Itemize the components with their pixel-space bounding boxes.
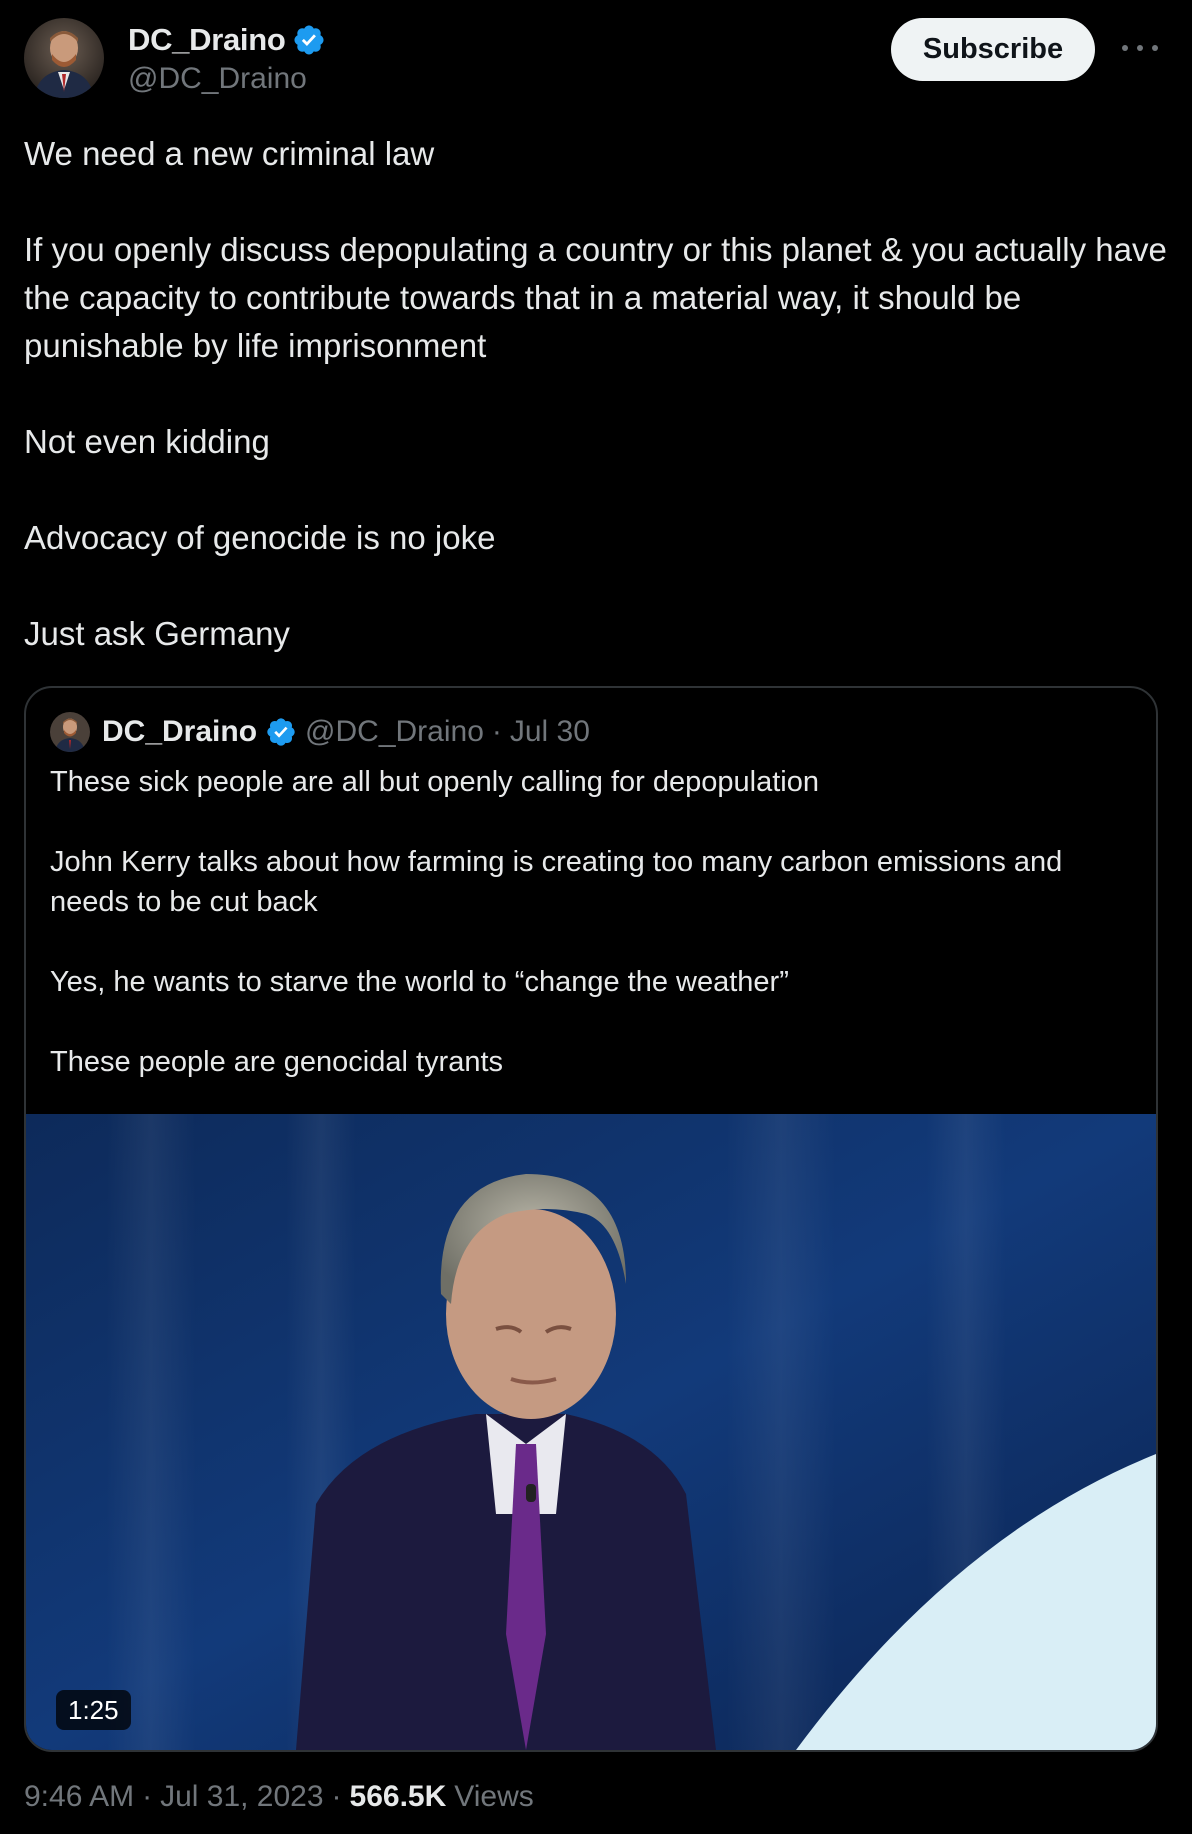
- separator-dot: ·: [491, 715, 502, 748]
- author-avatar[interactable]: [24, 18, 104, 98]
- quoted-paragraph: John Kerry talks about how farming is cr…: [50, 846, 1063, 918]
- tweet-paragraph: Not even kidding: [24, 423, 270, 460]
- tweet-paragraph: Advocacy of genocide is no joke: [24, 519, 496, 556]
- more-dot: [1152, 45, 1158, 51]
- quoted-paragraph: These sick people are all but openly cal…: [50, 766, 819, 798]
- separator-dot: ·: [142, 1780, 153, 1813]
- video-duration-badge: 1:25: [56, 1690, 131, 1730]
- tweet-paragraph: If you openly discuss depopulating a cou…: [24, 231, 1167, 364]
- tweet-header: DC_Draino @DC_Draino Subscribe: [24, 18, 1174, 98]
- quoted-paragraph: Yes, he wants to starve the world to “ch…: [50, 966, 789, 998]
- more-dot: [1137, 45, 1143, 51]
- tweet-meta: 9:46 AM · Jul 31, 2023 · 566.5K Views: [24, 1780, 534, 1814]
- tweet-paragraph: Just ask Germany: [24, 615, 290, 652]
- subscribe-button[interactable]: Subscribe: [891, 18, 1095, 81]
- views-label: Views: [454, 1780, 534, 1813]
- verified-badge-icon: [265, 716, 297, 748]
- author-block: DC_Draino @DC_Draino: [128, 20, 326, 96]
- separator-dot: ·: [331, 1780, 342, 1813]
- quoted-tweet-text: These sick people are all but openly cal…: [50, 762, 1140, 1122]
- more-horizontal-icon[interactable]: [1122, 36, 1158, 60]
- tweet-paragraph: We need a new criminal law: [24, 135, 435, 172]
- quoted-tweet-date[interactable]: Jul 30: [510, 715, 590, 749]
- display-name-row: DC_Draino: [128, 20, 326, 60]
- verified-badge-icon[interactable]: [292, 23, 326, 57]
- quoted-tweet-header: DC_Draino @DC_Draino · Jul 30: [50, 712, 590, 752]
- video-thumbnail: [26, 1114, 1156, 1750]
- quoted-tweet-card[interactable]: DC_Draino @DC_Draino · Jul 30 These sick…: [24, 686, 1158, 1752]
- tweet-time[interactable]: 9:46 AM: [24, 1780, 134, 1814]
- quoted-paragraph: These people are genocidal tyrants: [50, 1046, 504, 1078]
- tweet-text: We need a new criminal law If you openly…: [24, 130, 1174, 706]
- author-display-name[interactable]: DC_Draino: [128, 22, 286, 58]
- quoted-author-avatar[interactable]: [50, 712, 90, 752]
- more-dot: [1122, 45, 1128, 51]
- views-count[interactable]: 566.5K: [350, 1780, 447, 1814]
- quoted-author-display-name[interactable]: DC_Draino: [102, 715, 257, 749]
- video-player[interactable]: 1:25: [26, 1114, 1156, 1750]
- tweet-date[interactable]: Jul 31, 2023: [160, 1780, 323, 1814]
- quoted-author-handle[interactable]: @DC_Draino: [305, 715, 484, 749]
- author-handle[interactable]: @DC_Draino: [128, 62, 326, 96]
- tweet-page: DC_Draino @DC_Draino Subscribe We need a…: [0, 0, 1192, 1834]
